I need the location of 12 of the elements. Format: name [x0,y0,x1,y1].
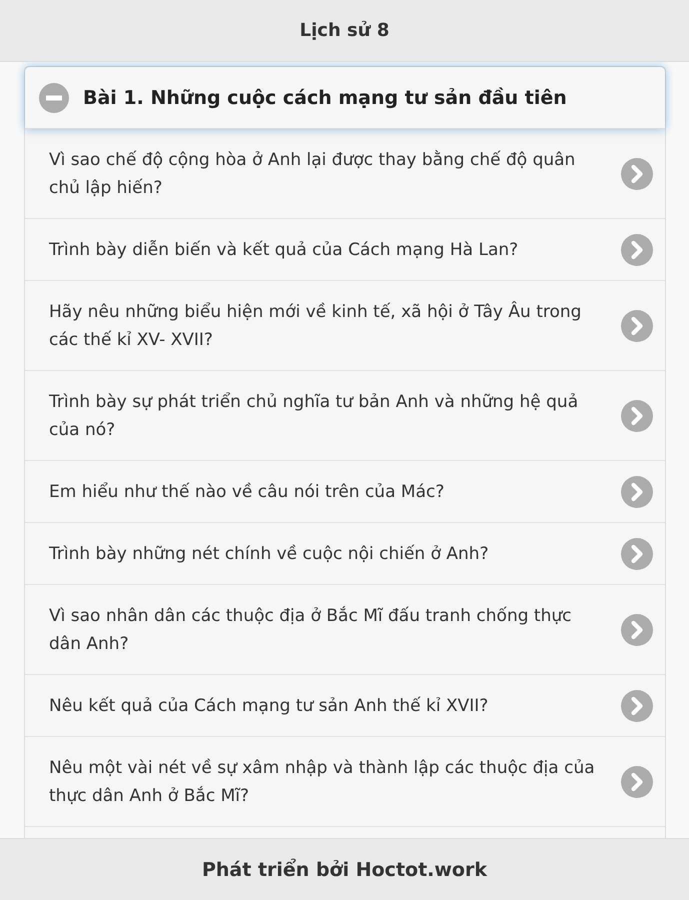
chevron-right-icon [621,400,653,432]
chevron-right-icon [621,476,653,508]
chevron-right-icon [621,614,653,646]
chevron-right-icon [621,158,653,190]
section-header[interactable]: Bài 1. Những cuộc cách mạng tư sản đầu tiên [25,67,665,129]
chevron-right-icon [621,766,653,798]
chevron-right-icon [621,234,653,266]
chevron-right-icon [621,310,653,342]
chevron-right-icon [621,538,653,570]
chevron-right-icon [621,690,653,722]
page-title: Lịch sử 8 [300,20,390,41]
footer-credit: Phát triển bởi Hoctot.work [202,858,487,880]
